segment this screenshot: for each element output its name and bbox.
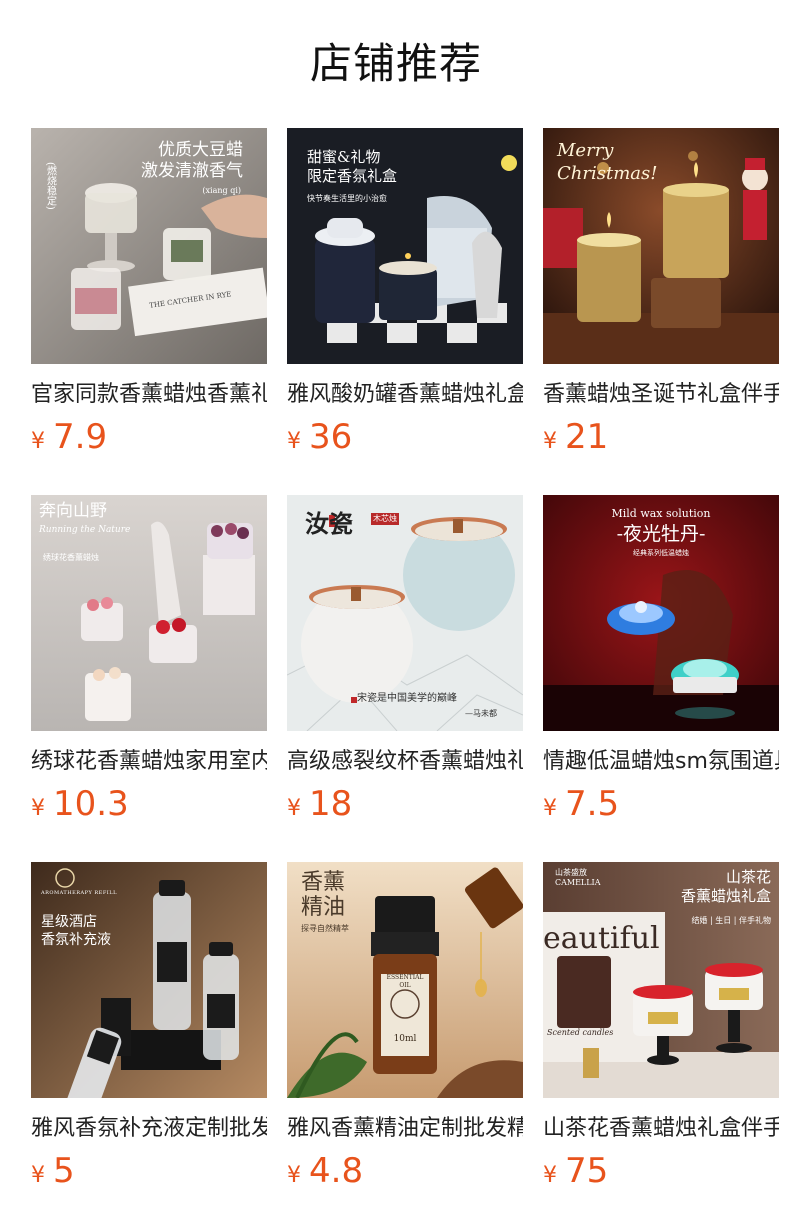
price-value: 7.9 [53, 417, 108, 457]
product-name[interactable]: 情趣低温蜡烛sm氛围道具 [543, 745, 779, 779]
product-card[interactable]: 甜蜜&礼物 限定香氛礼盒 快节奏生活里的小治愈 雅风酸奶罐香薰蜡烛礼盒 ¥ 36 [287, 128, 523, 495]
product-image[interactable]: Mild wax solution -夜光牡丹- 经典系列低温蜡烛 [543, 495, 779, 731]
image-top-text: 山茶盛放 CAMELLIA [555, 868, 601, 887]
image-headline: -夜光牡丹- [616, 523, 706, 545]
price-value: 21 [565, 417, 609, 457]
image-seal-text: 木芯烛 [371, 513, 399, 525]
product-price: ¥ 36 [287, 416, 523, 458]
currency-symbol: ¥ [287, 796, 301, 821]
product-name[interactable]: 雅风香薰精油定制批发精油 [287, 1112, 523, 1146]
product-name[interactable]: 高级感裂纹杯香薰蜡烛礼物 [287, 745, 523, 779]
currency-symbol: ¥ [287, 1163, 301, 1188]
store-recommendations-page: 店铺推荐 优质大豆蜡 激发清澈香气 (xiang qi) (燃烧稳定) THE … [0, 0, 792, 1230]
product-price: ¥ 5 [31, 1150, 267, 1192]
product-name[interactable]: 雅风香氛补充液定制批发 [31, 1112, 267, 1146]
product-image[interactable]: 汝瓷 木芯烛 宋瓷是中国美学的巅峰 —马未都 [287, 495, 523, 731]
product-name[interactable]: 香薰蜡烛圣诞节礼盒伴手礼 [543, 378, 779, 412]
image-small-text: 经典系列低温蜡烛 [633, 549, 689, 557]
product-card[interactable]: Mild wax solution -夜光牡丹- 经典系列低温蜡烛 情趣低温蜡烛… [543, 495, 779, 862]
price-value: 10.3 [53, 784, 129, 824]
product-grid: 优质大豆蜡 激发清澈香气 (xiang qi) (燃烧稳定) THE CATCH… [31, 128, 779, 1229]
product-card[interactable]: 香薰 精油 探寻自然精萃 ESSENTIAL OIL 10ml 雅风香薰精油定制… [287, 862, 523, 1229]
product-image[interactable]: AROMATHERAPY REFILL 星级酒店 香氛补充液 [31, 862, 267, 1098]
image-side-text: (燃烧稳定) [44, 162, 56, 210]
product-card[interactable]: Merry Christmas! 香薰蜡烛圣诞节礼盒伴手礼 ¥ 21 [543, 128, 779, 495]
product-image[interactable]: 山茶盛放 CAMELLIA 山茶花 香薰蜡烛礼盒 结婚 | 生日 | 伴手礼物 … [543, 862, 779, 1098]
page-title: 店铺推荐 [309, 39, 482, 88]
image-small-text: 结婚 | 生日 | 伴手礼物 [691, 916, 771, 925]
price-value: 4.8 [309, 1151, 364, 1191]
image-headline: 星级酒店 香氛补充液 [41, 914, 111, 948]
product-price: ¥ 7.9 [31, 416, 267, 458]
product-card[interactable]: AROMATHERAPY REFILL 星级酒店 香氛补充液 雅风香氛补充液定制… [31, 862, 267, 1229]
price-value: 36 [309, 417, 353, 457]
price-value: 18 [309, 784, 353, 824]
product-name[interactable]: 山茶花香薰蜡烛礼盒伴手礼 [543, 1112, 779, 1146]
product-price: ¥ 18 [287, 783, 523, 825]
image-headline: 奔向山野 [39, 501, 107, 521]
product-card[interactable]: 奔向山野 Running the Nature 绣球花香薰蜡烛 绣球花香薰蜡烛家… [31, 495, 267, 862]
image-headline: 甜蜜&礼物 限定香氛礼盒 [307, 148, 398, 185]
currency-symbol: ¥ [31, 429, 45, 454]
currency-symbol: ¥ [543, 796, 557, 821]
product-price: ¥ 10.3 [31, 783, 267, 825]
image-signature: —马未都 [465, 709, 497, 718]
product-name[interactable]: 绣球花香薰蜡烛家用室内 [31, 745, 267, 779]
image-headline: 香薰 精油 [301, 870, 346, 921]
product-name[interactable]: 雅风酸奶罐香薰蜡烛礼盒 [287, 378, 523, 412]
product-card[interactable]: 优质大豆蜡 激发清澈香气 (xiang qi) (燃烧稳定) THE CATCH… [31, 128, 267, 495]
image-headline: 山茶花 香薰蜡烛礼盒 [680, 868, 771, 905]
product-price: ¥ 21 [543, 416, 779, 458]
image-label-text: ESSENTIAL OIL [386, 974, 424, 989]
image-small-text: (xiang qi) [202, 186, 241, 195]
product-price: ¥ 75 [543, 1150, 779, 1192]
currency-symbol: ¥ [31, 796, 45, 821]
image-top-text: Mild wax solution [611, 507, 711, 520]
currency-symbol: ¥ [543, 1163, 557, 1188]
image-headline: Merry Christmas! [557, 140, 658, 184]
image-volume-text: 10ml [393, 1034, 417, 1044]
image-brand-text: AROMATHERAPY REFILL [41, 890, 117, 896]
product-price: ¥ 7.5 [543, 783, 779, 825]
image-caption: 宋瓷是中国美学的巅峰 [357, 693, 457, 704]
product-card[interactable]: 山茶盛放 CAMELLIA 山茶花 香薰蜡烛礼盒 结婚 | 生日 | 伴手礼物 … [543, 862, 779, 1229]
image-script-text: Running the Nature [39, 525, 131, 535]
product-card[interactable]: 汝瓷 木芯烛 宋瓷是中国美学的巅峰 —马未都 高级感裂纹杯香薰蜡烛礼物 ¥ 18 [287, 495, 523, 862]
image-small-text: 探寻自然精萃 [301, 924, 349, 933]
product-image[interactable]: 香薰 精油 探寻自然精萃 ESSENTIAL OIL 10ml [287, 862, 523, 1098]
image-headline: 汝瓷 [305, 509, 353, 538]
price-value: 5 [53, 1151, 75, 1191]
product-price: ¥ 4.8 [287, 1150, 523, 1192]
currency-symbol: ¥ [287, 429, 301, 454]
product-image[interactable]: Merry Christmas! [543, 128, 779, 364]
image-small-text: 快节奏生活里的小治愈 [307, 194, 387, 203]
price-value: 75 [565, 1151, 609, 1191]
refill-photo-7 [31, 862, 267, 1098]
image-box-subtext: Scented candles [547, 1028, 614, 1037]
product-name[interactable]: 官家同款香薰蜡烛香薰礼盒 [31, 378, 267, 412]
currency-symbol: ¥ [31, 1163, 45, 1188]
image-headline: 优质大豆蜡 激发清澈香气 [141, 140, 243, 182]
currency-symbol: ¥ [543, 429, 557, 454]
image-box-text: eautiful [543, 921, 660, 956]
product-image[interactable]: 奔向山野 Running the Nature 绣球花香薰蜡烛 [31, 495, 267, 731]
product-image[interactable]: 优质大豆蜡 激发清澈香气 (xiang qi) (燃烧稳定) THE CATCH… [31, 128, 267, 364]
image-small-text: 绣球花香薰蜡烛 [43, 553, 99, 562]
price-value: 7.5 [565, 784, 620, 824]
product-image[interactable]: 甜蜜&礼物 限定香氛礼盒 快节奏生活里的小治愈 [287, 128, 523, 364]
